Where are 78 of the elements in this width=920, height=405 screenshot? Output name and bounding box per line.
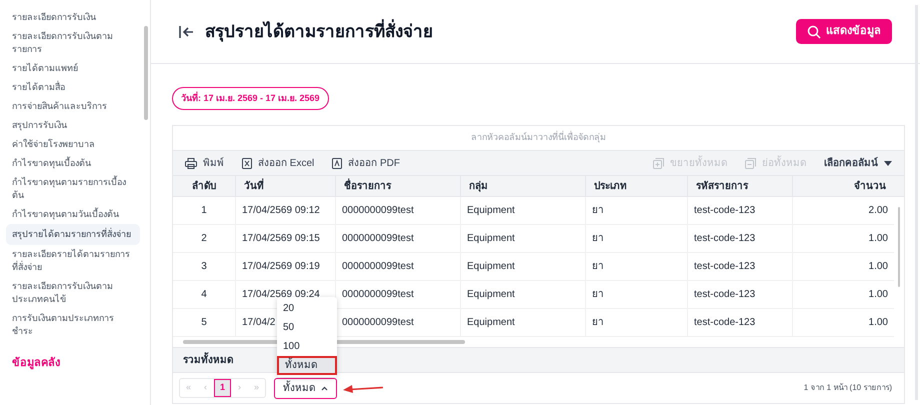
sidebar-item[interactable]: การรับเงินตามประเภทการชำระ	[6, 309, 140, 341]
sidebar-item[interactable]: การจ่ายสินค้าและบริการ	[6, 97, 140, 116]
sidebar-item[interactable]: กำไรขาดทุนตามวันเบื้องต้น	[6, 205, 140, 224]
pdf-button[interactable]: ส่งออก PDF	[332, 156, 400, 170]
sidebar-item[interactable]: รายได้ตามแพทย์	[6, 59, 140, 78]
table-cell: 0000000099test	[336, 225, 461, 252]
table-cell: Equipment	[461, 197, 586, 224]
sidebar-item[interactable]: สรุปการรับเงิน	[6, 116, 140, 135]
table-cell: Equipment	[461, 309, 586, 336]
table-cell: 2	[173, 225, 236, 252]
table-cell: Equipment	[461, 281, 586, 308]
table-cell: 4	[173, 281, 236, 308]
sidebar-item[interactable]: รายละเอียดการรับเงินตามรายการ	[6, 27, 140, 59]
spreadsheet-file-icon	[242, 158, 252, 168]
table-cell: 17/04/2569 09:19	[236, 253, 336, 280]
table-cell: ยา	[586, 253, 688, 280]
page-title: สรุปรายได้ตามรายการที่สั่งจ่าย	[205, 18, 433, 44]
column-header[interactable]: รหัสรายการ	[688, 176, 793, 196]
table-cell-text: 1.00	[868, 288, 889, 302]
table-cell: 1	[173, 197, 236, 224]
menu-option[interactable]: 100	[277, 337, 337, 356]
table-cell: test-code-123	[688, 197, 793, 224]
table-cell-text: 1.00	[868, 232, 889, 246]
expand-icon	[653, 158, 664, 168]
table-cell: 0000000099test	[336, 253, 461, 280]
table-cell-text: 1.00	[868, 260, 889, 274]
printer-icon	[185, 158, 197, 168]
annotation-arrow	[343, 384, 383, 393]
table-cell: Equipment	[461, 253, 586, 280]
date-range-chip: วันที่: 17 เม.ย. 2569 - 17 เม.ย. 2569	[172, 87, 329, 110]
sidebar-item[interactable]: รายละเอียดการรับเงิน	[6, 8, 140, 27]
chevron-up-icon	[321, 386, 328, 390]
column-header[interactable]: ประเภท	[586, 176, 688, 196]
table-cell: 17/04/2569 09:12	[236, 197, 336, 224]
back-icon[interactable]	[179, 24, 195, 38]
total-label: รวมทั้งหมด	[183, 352, 233, 368]
search-icon	[807, 24, 821, 38]
sidebar-item[interactable]: รายได้ตามสื่อ	[6, 78, 140, 97]
sidebar-item[interactable]: ค่าใช้จ่ายโรงพยาบาล	[6, 135, 140, 154]
table-cell: ยา	[586, 281, 688, 308]
table-cell: ยา	[586, 225, 688, 252]
sidebar-item[interactable]: รายละเอียดการรับเงินตามประเภทคนไข้	[6, 277, 140, 309]
sidebar-item[interactable]: กำไรขาดทุนเบื้องต้น	[6, 154, 140, 173]
sidebar-item[interactable]: สรุปรายได้ตามรายการที่สั่งจ่าย	[6, 224, 140, 245]
table-cell: 17/04/2569 09:15	[236, 225, 336, 252]
table-cell: 5	[173, 309, 236, 336]
table-cell: ยา	[586, 309, 688, 336]
sidebar-item[interactable]: รายละเอียดรายได้ตามรายการที่สั่งจ่าย	[6, 245, 140, 277]
menu-option[interactable]: ทั้งหมด	[277, 356, 337, 375]
table-cell: test-code-123	[688, 253, 793, 280]
document-file-icon	[332, 158, 342, 168]
sidebar-scrollbar[interactable]	[144, 26, 148, 120]
menu-option[interactable]: 50	[277, 318, 337, 337]
excel-button[interactable]: ส่งออก Excel	[242, 156, 314, 170]
table-cell: test-code-123	[688, 281, 793, 308]
column-header[interactable]: ชื่อรายการ	[336, 176, 461, 196]
table-cell: test-code-123	[688, 225, 793, 252]
section-heading: ข้อมูลคลัง	[11, 356, 61, 372]
table-cell: 0000000099test	[336, 197, 461, 224]
print-button[interactable]: พิมพ์	[185, 156, 224, 170]
caret-icon	[884, 160, 892, 166]
vertical-scrollbar[interactable]	[898, 207, 900, 287]
sidebar-item[interactable]: กำไรขาดทุนตามรายการเบื้องต้น	[6, 173, 140, 205]
table-cell-text: 1.00	[868, 316, 889, 330]
collapse-icon	[745, 158, 756, 168]
show-data-button[interactable]: แสดงข้อมูล	[796, 19, 892, 44]
page-size-select[interactable]: ทั้งหมด	[274, 378, 337, 398]
column-header[interactable]: จำนวน	[793, 176, 894, 196]
column-header[interactable]: วันที่	[236, 176, 336, 196]
table-cell: Equipment	[461, 225, 586, 252]
column-header[interactable]: ลำดับ	[173, 176, 236, 196]
table-cell-text: 2.00	[868, 204, 889, 218]
column-chooser-button[interactable]: เลือกคอลัมน์	[824, 156, 892, 170]
table-cell: 3	[173, 253, 236, 280]
column-header[interactable]: กลุ่ม	[461, 176, 586, 196]
table-cell: test-code-123	[688, 309, 793, 336]
pagination-summary: 1 จาก 1 หน้า (10 รายการ)	[804, 382, 892, 394]
table-cell: ยา	[586, 197, 688, 224]
